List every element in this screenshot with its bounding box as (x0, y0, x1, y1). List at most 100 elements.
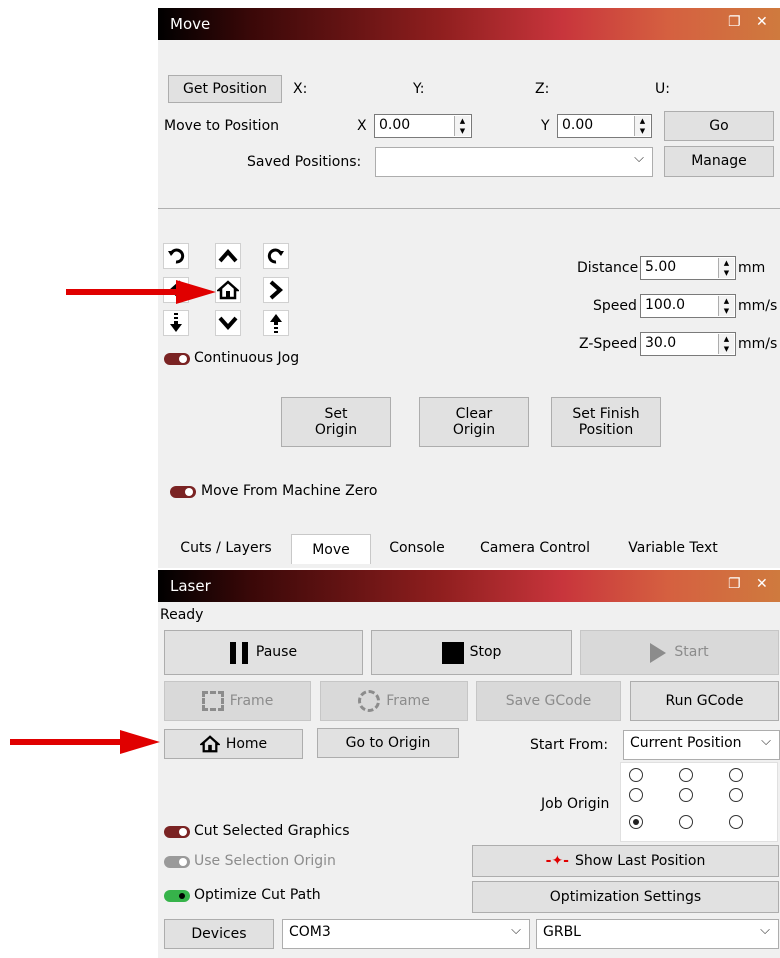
chevron-down-icon: ⌵ (760, 923, 770, 938)
annotation-arrow-icon (10, 730, 160, 754)
tab-variable-text[interactable]: Variable Text (610, 534, 736, 562)
y-readout-label: Y: (413, 81, 425, 97)
u-readout-label: U: (655, 81, 670, 97)
chevron-down-icon: ⌵ (634, 151, 644, 166)
zspeed-input[interactable]: 30.0 ▲ ▼ (640, 332, 736, 356)
x-field-label: X (357, 118, 367, 134)
pause-button[interactable]: Pause (164, 630, 363, 675)
arrow-right-icon[interactable] (263, 277, 289, 303)
start-from-select[interactable]: Current Position ⌵ (623, 730, 780, 760)
laser-panel-title: Laser (170, 577, 211, 595)
job-origin-radio[interactable] (629, 768, 643, 782)
devices-button[interactable]: Devices (164, 919, 274, 949)
close-icon[interactable]: ✕ (756, 576, 768, 592)
chevron-down-icon: ⌵ (511, 923, 521, 938)
tab-move[interactable]: Move (291, 534, 371, 564)
annotation-arrow-icon (66, 280, 216, 304)
float-icon[interactable]: ❐ (728, 14, 741, 30)
use-selection-origin-label: Use Selection Origin (194, 853, 336, 869)
spin-arrows-icon[interactable]: ▲ ▼ (718, 258, 734, 278)
stop-icon (441, 641, 464, 664)
start-from-label: Start From: (530, 737, 609, 753)
continuous-jog-label: Continuous Jog (194, 350, 300, 366)
speed-unit: mm/s (738, 298, 778, 314)
go-button[interactable]: Go (664, 111, 774, 141)
close-icon[interactable]: ✕ (756, 14, 768, 30)
continuous-jog-toggle[interactable] (164, 353, 190, 365)
stop-button[interactable]: Stop (371, 630, 572, 675)
play-icon (650, 642, 667, 663)
move-from-machine-zero-toggle[interactable] (170, 486, 196, 498)
manage-button[interactable]: Manage (664, 146, 774, 177)
x-readout-label: X: (293, 81, 308, 97)
job-origin-radio[interactable] (679, 788, 693, 802)
job-origin-radio[interactable] (729, 768, 743, 782)
frame-circle-button[interactable]: Frame (320, 681, 468, 721)
arrow-up-icon[interactable] (215, 243, 241, 269)
job-origin-grid (620, 762, 778, 842)
distance-input[interactable]: 5.00 ▲ ▼ (640, 256, 736, 280)
divider (158, 208, 780, 209)
crosshair-icon: -✦- (545, 852, 569, 869)
x-position-input[interactable]: 0.00 ▲ ▼ (374, 114, 472, 138)
frame-button[interactable]: Frame (164, 681, 311, 721)
show-last-position-button[interactable]: -✦- Show Last Position (472, 845, 779, 877)
tab-console[interactable]: Console (374, 534, 460, 562)
frame-circle-icon (358, 690, 381, 712)
job-origin-radio[interactable] (729, 815, 743, 829)
speed-label: Speed (593, 298, 637, 314)
tab-camera-control[interactable]: Camera Control (466, 534, 604, 562)
optimize-cut-path-toggle[interactable] (164, 890, 190, 902)
get-position-button[interactable]: Get Position (168, 75, 282, 103)
spin-arrows-icon[interactable]: ▲ ▼ (718, 334, 734, 354)
set-origin-button[interactable]: Set Origin (281, 397, 391, 447)
save-gcode-button[interactable]: Save GCode (476, 681, 621, 721)
saved-positions-label: Saved Positions: (247, 154, 362, 170)
move-panel-title: Move (170, 15, 211, 33)
speed-input[interactable]: 100.0 ▲ ▼ (640, 294, 736, 318)
job-origin-radio[interactable] (679, 768, 693, 782)
job-origin-radio[interactable] (629, 815, 643, 829)
start-button[interactable]: Start (580, 630, 779, 675)
rotate-ccw-icon[interactable] (163, 243, 189, 269)
cut-selected-graphics-toggle[interactable] (164, 826, 190, 838)
job-origin-label: Job Origin (541, 796, 610, 812)
run-gcode-button[interactable]: Run GCode (630, 681, 779, 721)
cut-selected-graphics-label: Cut Selected Graphics (194, 823, 350, 839)
controller-select[interactable]: GRBL ⌵ (536, 919, 779, 949)
move-panel-titlebar: Move ❐ ✕ (158, 8, 780, 40)
tab-cuts-layers[interactable]: Cuts / Layers (164, 534, 288, 562)
float-icon[interactable]: ❐ (728, 576, 741, 592)
home-icon (199, 735, 220, 753)
home-icon[interactable] (215, 277, 241, 303)
z-readout-label: Z: (535, 81, 550, 97)
rotate-cw-icon[interactable] (263, 243, 289, 269)
optimize-cut-path-label: Optimize Cut Path (194, 887, 321, 903)
y-position-input[interactable]: 0.00 ▲ ▼ (557, 114, 652, 138)
laser-panel-titlebar: Laser ❐ ✕ (158, 570, 780, 602)
laser-status: Ready (160, 607, 204, 623)
move-from-machine-zero-label: Move From Machine Zero (201, 483, 378, 499)
z-up-icon[interactable] (263, 310, 289, 336)
y-field-label: Y (541, 118, 550, 134)
clear-origin-button[interactable]: Clear Origin (419, 397, 529, 447)
chevron-down-icon: ⌵ (761, 734, 771, 749)
home-button[interactable]: Home (164, 729, 303, 759)
arrow-down-icon[interactable] (215, 310, 241, 336)
port-select[interactable]: COM3 ⌵ (282, 919, 530, 949)
saved-positions-select[interactable]: ⌵ (375, 147, 653, 177)
spin-arrows-icon[interactable]: ▲ ▼ (454, 116, 470, 136)
job-origin-radio[interactable] (679, 815, 693, 829)
spin-arrows-icon[interactable]: ▲ ▼ (634, 116, 650, 136)
z-down-icon[interactable] (163, 310, 189, 336)
zspeed-label: Z-Speed (579, 336, 638, 352)
go-to-origin-button[interactable]: Go to Origin (317, 728, 459, 758)
job-origin-radio[interactable] (629, 788, 643, 802)
zspeed-unit: mm/s (738, 336, 778, 352)
use-selection-origin-toggle[interactable] (164, 856, 190, 868)
frame-rect-icon (201, 691, 224, 711)
optimization-settings-button[interactable]: Optimization Settings (472, 881, 779, 913)
job-origin-radio[interactable] (729, 788, 743, 802)
spin-arrows-icon[interactable]: ▲ ▼ (718, 296, 734, 316)
set-finish-position-button[interactable]: Set Finish Position (551, 397, 661, 447)
